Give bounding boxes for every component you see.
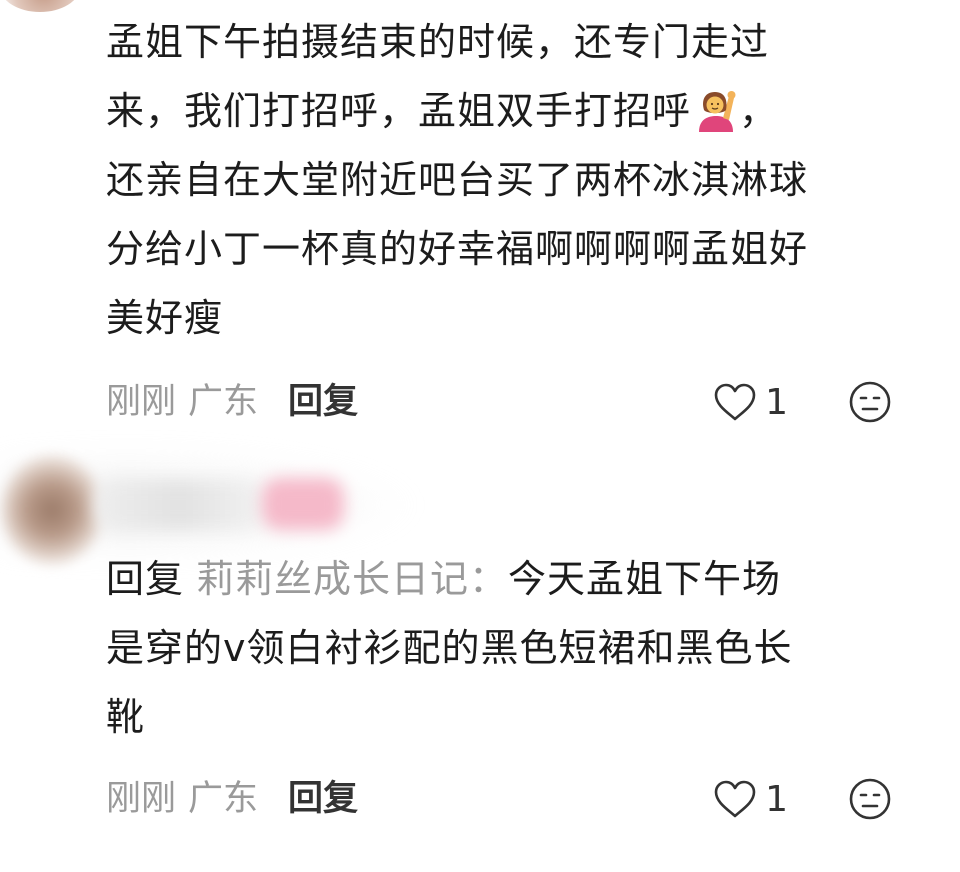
- comment-line-text: 来，我们打招呼，孟姐双手打招呼: [106, 89, 692, 133]
- comment-line: 分给小丁一杯真的好幸福啊啊啊啊孟姐好: [106, 227, 809, 271]
- reply-prefix: 回复: [106, 557, 185, 601]
- comment-line: 是穿的v领白衬衫配的黑色短裙和黑色长: [106, 626, 793, 670]
- comment-time: 刚刚: [106, 382, 177, 422]
- avatar[interactable]: [0, 0, 80, 12]
- person-raising-hand-emoji-icon: [699, 91, 736, 132]
- blurred-user-badge: [262, 478, 344, 530]
- like-button[interactable]: 1: [713, 377, 788, 427]
- like-count: 1: [765, 381, 788, 423]
- heart-icon: [714, 383, 756, 421]
- comment-meta: 刚刚 广东 回复: [106, 774, 358, 824]
- dislike-face-icon[interactable]: [848, 380, 892, 424]
- blurred-username: [95, 480, 265, 530]
- heart-icon: [714, 780, 756, 818]
- comment-text: 孟姐下午拍摄结束的时候，还专门走过 来，我们打招呼，孟姐双手打招呼 ， 还亲自在…: [106, 8, 906, 353]
- comment-line: 美好瘦: [106, 296, 224, 340]
- comment-line: 还亲自在大堂附近吧台买了两杯冰淇淋球: [106, 158, 809, 202]
- reply-to-user[interactable]: 莉莉丝成长日记：: [196, 557, 508, 601]
- comment-line: 来，我们打招呼，孟姐双手打招呼 ，: [106, 77, 906, 146]
- comment-time: 刚刚: [106, 779, 177, 819]
- dislike-face-icon[interactable]: [848, 777, 892, 821]
- comment-line: 回复 莉莉丝成长日记：今天孟姐下午场: [106, 545, 906, 614]
- like-button[interactable]: 1: [713, 774, 788, 824]
- comment-line: 孟姐下午拍摄结束的时候，还专门走过: [106, 20, 770, 64]
- comment-line-text: 今天孟姐下午场: [508, 557, 782, 601]
- comment-line-text: ，: [739, 89, 779, 133]
- comment-location: 广东: [188, 779, 259, 819]
- reply-button[interactable]: 回复: [288, 779, 358, 819]
- reply-button[interactable]: 回复: [288, 382, 358, 422]
- comment-meta: 刚刚 广东 回复: [106, 377, 358, 427]
- like-count: 1: [765, 778, 788, 820]
- comment-location: 广东: [188, 382, 259, 422]
- avatar[interactable]: [2, 455, 102, 565]
- comment-line: 靴: [106, 695, 146, 739]
- comment-text: 回复 莉莉丝成长日记：今天孟姐下午场 是穿的v领白衬衫配的黑色短裙和黑色长 靴: [106, 545, 906, 752]
